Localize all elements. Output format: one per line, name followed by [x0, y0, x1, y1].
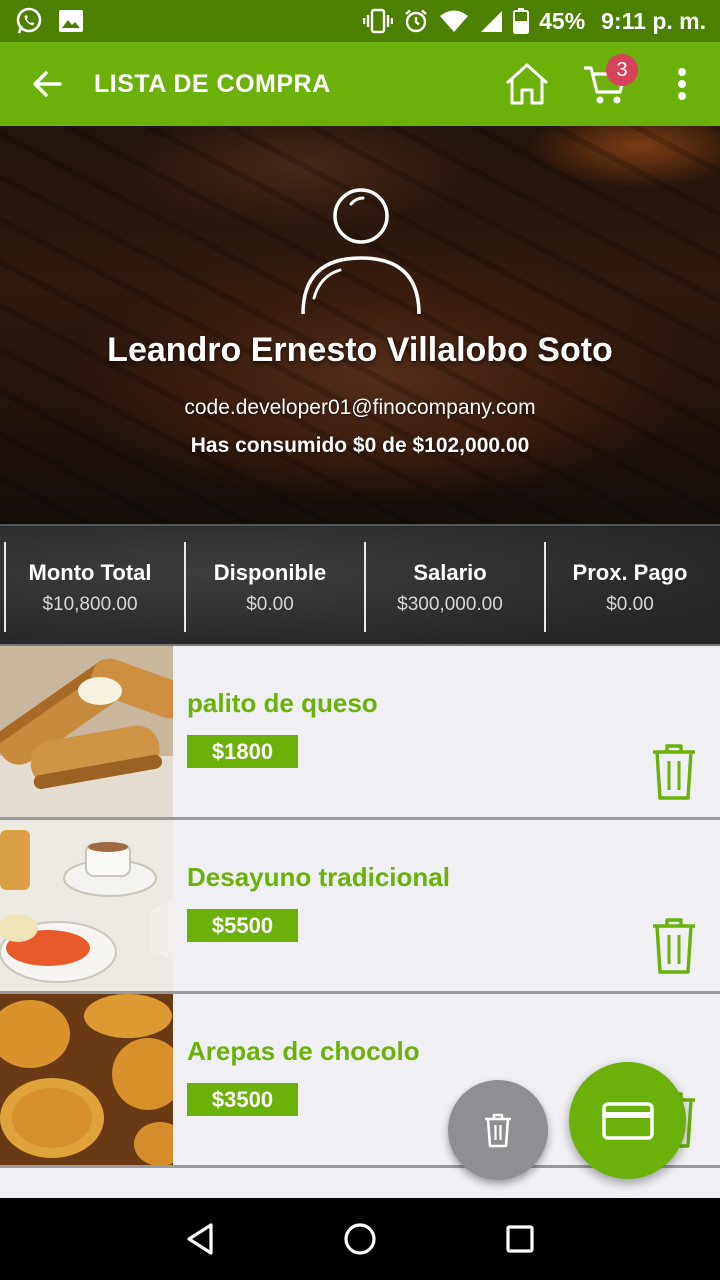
- signal-icon: [479, 9, 503, 33]
- back-arrow-icon: [33, 71, 62, 97]
- product-photo-palito-de-queso: [0, 646, 173, 817]
- delete-item-button[interactable]: [650, 742, 698, 802]
- battery-percent: 45%: [539, 7, 586, 34]
- stat-prox-pago: Prox. Pago $0.00: [540, 526, 720, 644]
- nav-back-button[interactable]: [170, 1209, 230, 1269]
- screen: 45% 9:11 p. m. LISTA DE COMPRA 3 Leandro…: [0, 0, 720, 1280]
- home-button[interactable]: [488, 42, 566, 126]
- consumption-summary: Has consumido $0 de $102,000.00: [190, 434, 530, 457]
- avatar-icon: [301, 188, 421, 315]
- user-email: code.developer01@finocompany.com: [184, 396, 536, 419]
- stat-value: $0.00: [606, 594, 654, 615]
- nav-home-button[interactable]: [330, 1209, 390, 1269]
- page-title: LISTA DE COMPRA: [94, 69, 331, 98]
- stat-monto-total: Monto Total $10,800.00: [0, 526, 180, 644]
- whatsapp-icon: [14, 6, 44, 36]
- nav-home-icon: [344, 1223, 376, 1255]
- profile-header: Leandro Ernesto Villalobo Soto code.deve…: [0, 126, 720, 524]
- price-badge: $1800: [187, 735, 298, 768]
- wifi-icon: [439, 9, 469, 33]
- status-bar: 45% 9:11 p. m.: [0, 0, 720, 42]
- nav-recents-button[interactable]: [490, 1209, 550, 1269]
- back-button[interactable]: [0, 42, 94, 126]
- alarm-icon: [403, 8, 429, 34]
- clock: 9:11 p. m.: [601, 7, 706, 34]
- clear-cart-fab[interactable]: [448, 1080, 548, 1180]
- stat-disponible: Disponible $0.00: [180, 526, 360, 644]
- product-name: palito de queso: [187, 688, 378, 718]
- nav-back-icon: [187, 1223, 213, 1255]
- home-icon: [505, 63, 549, 105]
- nav-recents-icon: [506, 1225, 534, 1253]
- system-nav-bar: [0, 1198, 720, 1280]
- trash-icon: [485, 1113, 511, 1148]
- overflow-menu-button[interactable]: [644, 42, 720, 126]
- stat-value: $300,000.00: [397, 594, 503, 615]
- stat-label: Disponible: [213, 560, 327, 585]
- app-bar: LISTA DE COMPRA 3: [0, 42, 720, 126]
- vibrate-icon: [363, 8, 394, 34]
- product-name: Desayuno tradicional: [187, 862, 450, 892]
- product-photo-desayuno-tradicional: [0, 820, 173, 991]
- cart-button[interactable]: 3: [566, 42, 644, 126]
- price-badge: $5500: [187, 909, 298, 942]
- price-badge: $3500: [187, 1083, 298, 1116]
- stat-label: Monto Total: [28, 560, 152, 585]
- stat-value: $10,800.00: [42, 594, 138, 615]
- user-name: Leandro Ernesto Villalobo Soto: [107, 331, 613, 369]
- stat-label: Prox. Pago: [572, 560, 688, 585]
- checkout-fab[interactable]: [569, 1062, 686, 1179]
- list-item[interactable]: Desayuno tradicional $5500: [0, 820, 720, 994]
- product-name: Arepas de chocolo: [187, 1036, 420, 1066]
- stats-band: Monto Total $10,800.00 Disponible $0.00 …: [0, 524, 720, 646]
- delete-item-button[interactable]: [650, 916, 698, 976]
- product-photo-arepas-de-chocolo: [0, 994, 173, 1165]
- battery-icon: [513, 8, 530, 34]
- stat-label: Salario: [413, 560, 487, 585]
- stat-salario: Salario $300,000.00: [360, 526, 540, 644]
- list-item[interactable]: palito de queso $1800: [0, 646, 720, 820]
- gallery-icon: [58, 9, 84, 33]
- more-vert-icon: [678, 68, 686, 100]
- credit-card-icon: [601, 1101, 654, 1140]
- cart-count-badge: 3: [606, 54, 638, 86]
- stat-value: $0.00: [246, 594, 294, 615]
